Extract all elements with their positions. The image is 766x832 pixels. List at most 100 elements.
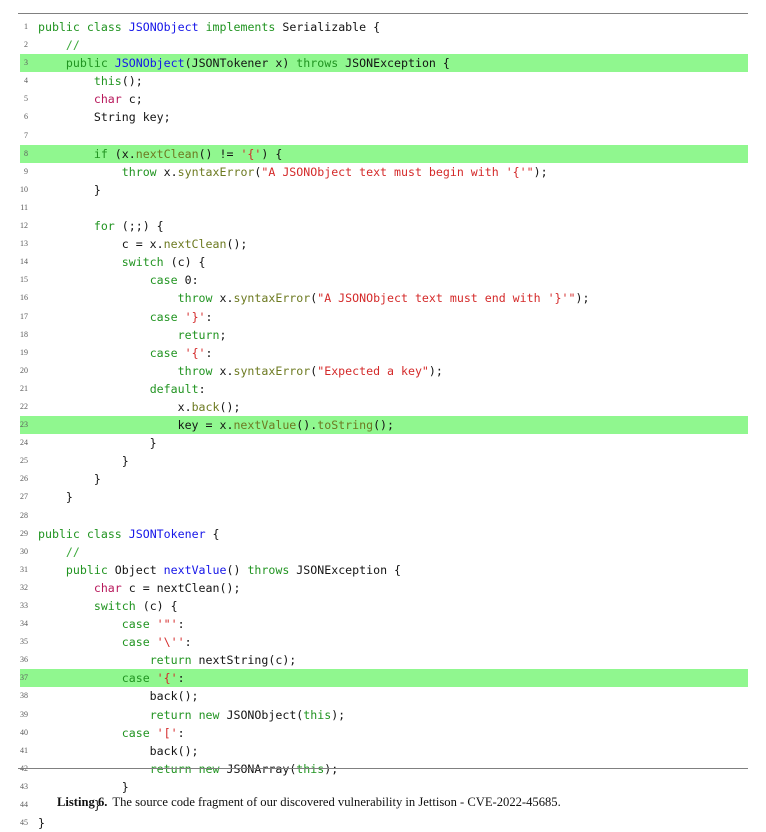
line-number: 16	[20, 293, 28, 303]
code-line-source: public class JSONObject implements Seria…	[38, 20, 381, 34]
line-number: 27	[20, 492, 28, 502]
code-line: 18 return;	[0, 326, 766, 344]
line-number: 19	[20, 347, 28, 357]
code-line: 33 switch (c) {	[0, 597, 766, 615]
code-line-source: case '{':	[149, 345, 213, 360]
code-line: 22 x.back();	[0, 398, 766, 416]
code-line: 39 return new JSONObject(this);	[0, 706, 766, 724]
line-number: 2	[24, 40, 28, 50]
line-number: 5	[24, 94, 28, 104]
code-line: 38 back();	[0, 687, 766, 705]
code-line: 1 public class JSONObject implements Seri…	[0, 18, 766, 36]
code-line: 15 case 0:	[0, 271, 766, 289]
code-line: 41 back();	[0, 742, 766, 760]
line-number: 17	[20, 311, 28, 321]
code-line-source: //	[65, 544, 80, 559]
line-number: 30	[20, 546, 28, 556]
line-number: 28	[20, 510, 28, 520]
code-line: 14 switch (c) {	[0, 253, 766, 271]
code-block: 1 public class JSONObject implements Seri…	[0, 18, 766, 832]
line-number: 41	[20, 745, 28, 755]
line-number: 38	[20, 691, 28, 701]
line-number: 43	[20, 781, 28, 791]
line-number: 31	[20, 564, 28, 574]
code-line: 20 throw x.syntaxError("Expected a key")…	[0, 362, 766, 380]
code-line-source: return new JSONObject(this);	[149, 707, 346, 722]
code-line: 26 }	[0, 470, 766, 488]
code-line-source: char c;	[93, 92, 143, 107]
code-line-source: throw x.syntaxError("A JSONObject text m…	[121, 164, 548, 179]
line-number: 22	[20, 401, 28, 411]
line-number: 39	[20, 709, 28, 719]
code-line: 30 //	[0, 543, 766, 561]
code-line: 23 key = x.nextValue().toString();	[0, 416, 766, 435]
code-line-source: if (x.nextClean() != '{') {	[93, 146, 283, 161]
line-number: 1	[24, 22, 28, 31]
listing-top-rule	[18, 13, 748, 14]
code-line-source: key = x.nextValue().toString();	[38, 418, 395, 433]
code-line-source: return nextString(c);	[149, 653, 297, 668]
code-line-source: case '{':	[121, 671, 185, 686]
code-line: 13 c = x.nextClean();	[0, 235, 766, 253]
line-number: 36	[20, 655, 28, 665]
code-listing-figure: 1 public class JSONObject implements Seri…	[0, 0, 766, 830]
code-line-source: back();	[38, 689, 199, 704]
code-line: 4 this();	[0, 72, 766, 90]
code-line: 12 for (;;) {	[0, 217, 766, 235]
code-line: 34 case '"':	[0, 615, 766, 633]
code-line: 35 case '\'':	[0, 633, 766, 651]
code-line-source: }	[38, 436, 157, 451]
line-number: 32	[20, 582, 28, 592]
line-number: 14	[20, 257, 28, 267]
line-number: 13	[20, 239, 28, 249]
code-line-source: public class JSONTokener {	[38, 526, 220, 541]
code-line-source: }	[38, 816, 45, 831]
line-number: 10	[20, 184, 28, 194]
line-number: 3	[24, 58, 28, 68]
code-line-source: case '\'':	[121, 635, 192, 650]
code-line: 31 public Object nextValue() throws JSON…	[0, 561, 766, 579]
code-line: 11	[0, 199, 766, 217]
code-line-source: //	[65, 38, 80, 53]
code-line-source: throw x.syntaxError("Expected a key");	[177, 363, 443, 378]
line-number: 25	[20, 456, 28, 466]
line-number: 23	[20, 420, 28, 430]
code-line: 27 }	[0, 488, 766, 506]
line-number: 8	[24, 148, 28, 158]
line-number: 15	[20, 275, 28, 285]
code-line: 21 default:	[0, 380, 766, 398]
code-line-source: case '}':	[149, 309, 213, 324]
code-line: 5 char c;	[0, 90, 766, 108]
code-line-source: }	[38, 182, 101, 197]
code-line: 16 throw x.syntaxError("A JSONObject tex…	[0, 289, 766, 307]
code-line: 7	[0, 127, 766, 145]
line-number: 9	[24, 166, 28, 176]
line-number: 35	[20, 637, 28, 647]
code-line-source: }	[38, 490, 73, 505]
code-line-source: case '[':	[121, 725, 185, 740]
line-number: 6	[24, 112, 28, 122]
code-line-source: switch (c) {	[121, 255, 206, 270]
line-number: 26	[20, 474, 28, 484]
line-number: 21	[20, 383, 28, 393]
code-line: 19 case '{':	[0, 344, 766, 362]
code-line: 45}	[0, 814, 766, 832]
line-number: 24	[20, 438, 28, 448]
code-line: 40 case '[':	[0, 724, 766, 742]
code-line-source: String key;	[38, 110, 171, 125]
listing-caption: Listing 6. The source code fragment of ou…	[57, 794, 717, 810]
code-line-source: switch (c) {	[93, 599, 178, 613]
code-line: 36 return nextString(c);	[0, 651, 766, 669]
code-line: 2 //	[0, 36, 766, 54]
code-line-source: public JSONObject(JSONTokener x) throws …	[65, 56, 450, 71]
code-line: 3 public JSONObject(JSONTokener x) throw…	[0, 54, 766, 73]
line-number: 44	[20, 800, 28, 810]
line-number: 18	[20, 329, 28, 339]
code-line: 8 if (x.nextClean() != '{') {	[0, 144, 766, 163]
line-number: 45	[20, 818, 28, 828]
line-number: 34	[20, 619, 28, 629]
code-line-source: for (;;) {	[93, 219, 164, 234]
code-line-source: default:	[149, 381, 206, 396]
code-line-source: return;	[177, 327, 227, 342]
code-line-source: c = x.nextClean();	[38, 237, 248, 252]
